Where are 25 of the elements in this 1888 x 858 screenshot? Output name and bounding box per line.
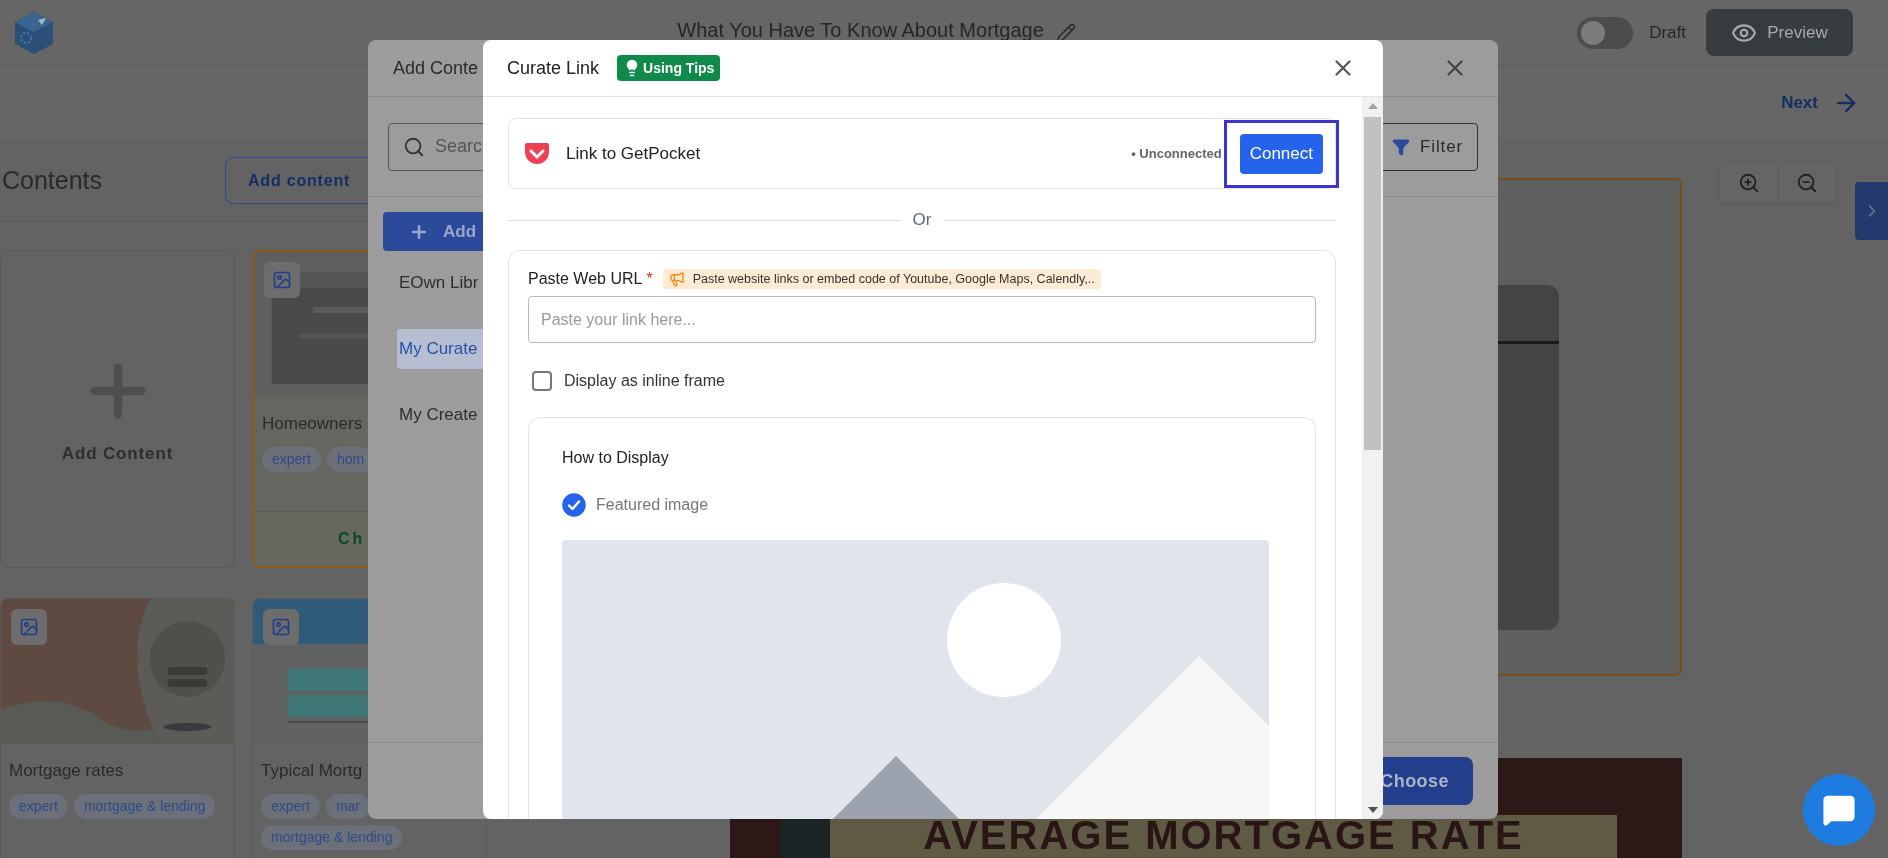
pocket-label: Link to GetPocket xyxy=(566,142,701,165)
tag: expert xyxy=(262,446,321,472)
card-title: Typical Mortg xyxy=(261,760,363,782)
document-title: What You Have To Know About Mortgage xyxy=(677,19,1044,40)
card-title: Mortgage rates xyxy=(9,760,124,782)
tag: expert xyxy=(261,793,320,819)
tag: expert xyxy=(9,793,68,819)
tag: mortgage & lending xyxy=(73,793,216,819)
dialog-title: Curate Link xyxy=(507,56,600,80)
or-divider-label: Or xyxy=(912,209,932,232)
section-heading: How to Display xyxy=(562,448,670,468)
tag: mortgage & lending xyxy=(261,824,403,850)
checkbox-label: Display as inline frame xyxy=(564,371,725,391)
connection-status: • Unconnected xyxy=(1131,144,1222,163)
card-title: Homeowners xyxy=(262,413,363,435)
dialog-title: Add Conte xyxy=(393,56,479,80)
option-label: Featured image xyxy=(596,495,709,515)
required-mark: * xyxy=(646,269,653,289)
banner-text: AVERAGE MORTGAGE RATE xyxy=(923,815,1524,858)
field-label: Paste Web URL xyxy=(528,269,643,289)
hint-pill: Paste website links or embed code of Youtube, Google Maps, Calendly,.. xyxy=(662,269,1101,289)
tag: mar xyxy=(325,793,371,819)
draft-label: Draft xyxy=(1649,21,1686,44)
search-placeholder: Searc xyxy=(435,135,483,158)
contents-heading: Contents xyxy=(1,164,104,196)
